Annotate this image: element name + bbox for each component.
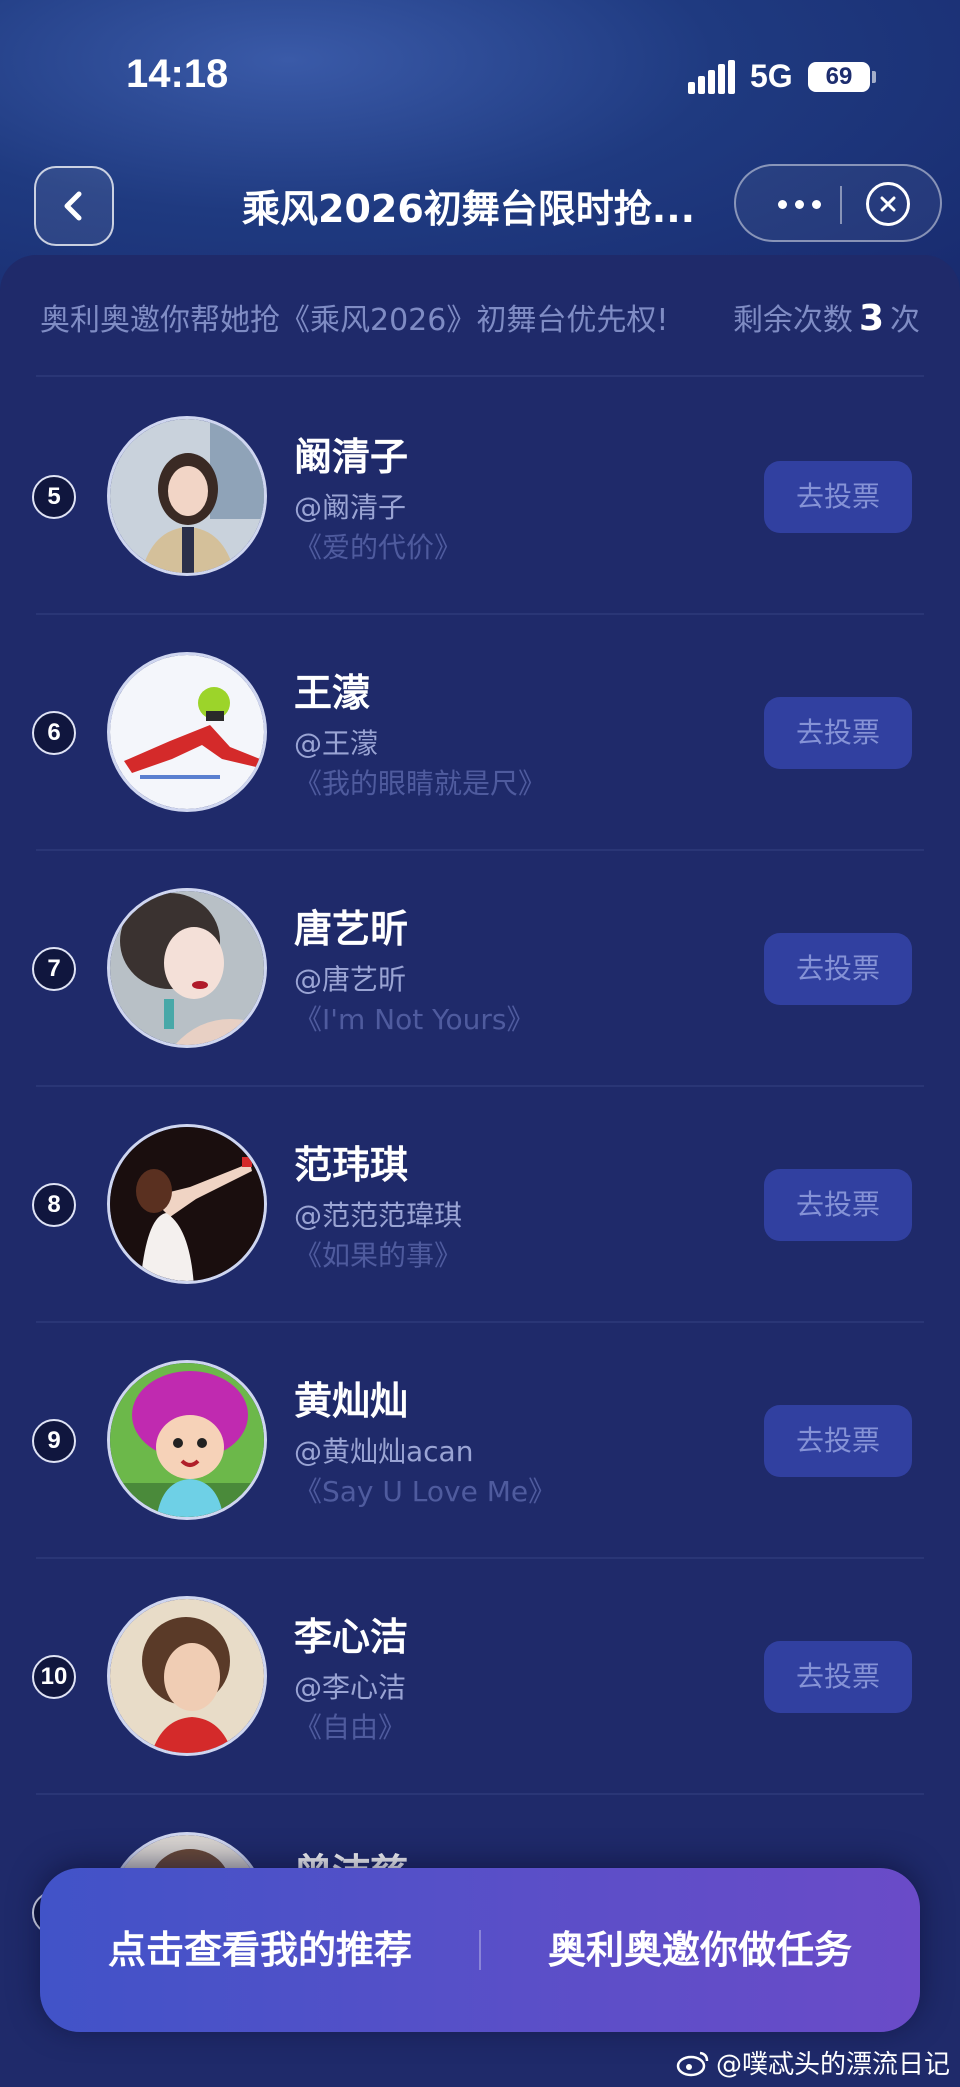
contestant-handle[interactable]: @王濛 — [294, 722, 378, 762]
avatar-image — [110, 1127, 264, 1281]
signal-icon — [688, 60, 736, 94]
song-title: 《自由》 — [294, 1711, 407, 1744]
avatar[interactable] — [107, 1596, 267, 1756]
capsule-divider — [840, 186, 842, 224]
status-time: 14:18 — [126, 52, 229, 96]
list-item: 10 李心洁 @李心洁 《自由》 去投票 — [0, 1560, 960, 1795]
contestant-name: 范玮琪 — [294, 1143, 409, 1187]
more-dot — [794, 199, 804, 209]
watermark-text: @噗忒头的漂流日记 — [715, 2050, 950, 2080]
avatar-image — [110, 1599, 264, 1753]
more-button[interactable] — [764, 174, 834, 234]
notice-bar: 奥利奥邀你帮她抢《乘风2026》初舞台优先权! 剩余次数 3 次 — [40, 295, 920, 345]
divider — [36, 1557, 924, 1559]
nav-bar: 乘风2026初舞台限时抢... — [0, 160, 960, 250]
list-item: 9 黄灿灿 @黄灿灿acan 《Say U Love Me》 去投票 — [0, 1324, 960, 1559]
list-item: 8 范玮琪 @范范范瑋琪 《如果的事》 去投票 — [0, 1088, 960, 1323]
contestant-name: 李心洁 — [294, 1615, 409, 1659]
close-icon — [880, 196, 896, 212]
weibo-icon — [676, 2051, 709, 2076]
divider — [36, 1321, 924, 1323]
list-item: 6 王濛 @王濛 《我的眼睛就是尺》 去投票 — [0, 616, 960, 851]
rank-badge: 10 — [32, 1655, 76, 1699]
battery-icon: 69 — [808, 62, 870, 92]
contestant-handle[interactable]: @唐艺昕 — [294, 958, 406, 998]
vote-button[interactable]: 去投票 — [764, 1405, 912, 1477]
view-recommendations-button[interactable]: 点击查看我的推荐 — [40, 1868, 480, 2032]
avatar-image — [110, 419, 264, 573]
avatar[interactable] — [107, 1124, 267, 1284]
list-item: 5 阚清子 @阚清子 《爱的代价》 去投票 — [0, 380, 960, 615]
list-item: 7 唐艺昕 @唐艺昕 《I'm Not Yours》 去投票 — [0, 852, 960, 1087]
remain-unit: 次 — [890, 303, 920, 338]
divider — [36, 849, 924, 851]
vote-button[interactable]: 去投票 — [764, 933, 912, 1005]
song-title: 《爱的代价》 — [294, 531, 463, 564]
avatar-image — [110, 655, 264, 809]
vote-button[interactable]: 去投票 — [764, 697, 912, 769]
contestant-handle[interactable]: @范范范瑋琪 — [294, 1194, 462, 1234]
chevron-left-icon — [64, 191, 82, 221]
rank-badge: 7 — [32, 947, 76, 991]
divider — [36, 1085, 924, 1087]
more-dot — [811, 199, 821, 209]
close-button[interactable] — [866, 182, 910, 226]
avatar[interactable] — [107, 1360, 267, 1520]
rank-badge: 9 — [32, 1419, 76, 1463]
battery-tip — [872, 71, 876, 83]
rank-badge: 5 — [32, 475, 76, 519]
rank-badge: 6 — [32, 711, 76, 755]
back-button[interactable] — [34, 166, 114, 246]
more-dots-icon — [777, 199, 787, 209]
status-bar: 14:18 5G 69 — [0, 0, 960, 150]
song-title: 《我的眼睛就是尺》 — [294, 767, 547, 800]
vote-button[interactable]: 去投票 — [764, 1169, 912, 1241]
contestant-name: 唐艺昕 — [294, 907, 409, 951]
vote-button[interactable]: 去投票 — [764, 1641, 912, 1713]
contestant-handle[interactable]: @阚清子 — [294, 486, 406, 526]
tasks-button[interactable]: 奥利奥邀你做任务 — [480, 1868, 920, 2032]
song-title: 《Say U Love Me》 — [294, 1475, 557, 1508]
contestant-name: 黄灿灿 — [294, 1379, 409, 1423]
vote-button[interactable]: 去投票 — [764, 461, 912, 533]
remain-counter: 剩余次数 3 次 — [733, 295, 920, 339]
contestant-handle[interactable]: @李心洁 — [294, 1666, 406, 1706]
song-title: 《I'm Not Yours》 — [294, 1003, 535, 1036]
bottom-action-bar: 点击查看我的推荐 奥利奥邀你做任务 — [40, 1868, 920, 2032]
divider — [36, 613, 924, 615]
avatar-image — [110, 891, 264, 1045]
page-title: 乘风2026初舞台限时抢... — [242, 187, 696, 231]
mini-program-capsule — [734, 164, 942, 242]
contestant-name: 阚清子 — [294, 435, 409, 479]
avatar[interactable] — [107, 652, 267, 812]
rank-badge: 8 — [32, 1183, 76, 1227]
avatar[interactable] — [107, 416, 267, 576]
divider — [36, 375, 924, 377]
watermark: @噗忒头的漂流日记 — [676, 2044, 950, 2081]
network-type: 5G — [750, 58, 793, 94]
notice-text: 奥利奥邀你帮她抢《乘风2026》初舞台优先权! — [40, 303, 669, 338]
contestant-handle[interactable]: @黄灿灿acan — [294, 1430, 473, 1470]
avatar[interactable] — [107, 888, 267, 1048]
avatar-image — [110, 1363, 264, 1517]
remain-label: 剩余次数 — [732, 303, 853, 338]
song-title: 《如果的事》 — [294, 1239, 463, 1272]
remain-count: 3 — [858, 298, 884, 339]
content-panel: 奥利奥邀你帮她抢《乘风2026》初舞台优先权! 剩余次数 3 次 5 阚清子 @阚清… — [0, 255, 960, 2087]
contestant-name: 王濛 — [294, 671, 371, 715]
divider — [36, 1793, 924, 1795]
